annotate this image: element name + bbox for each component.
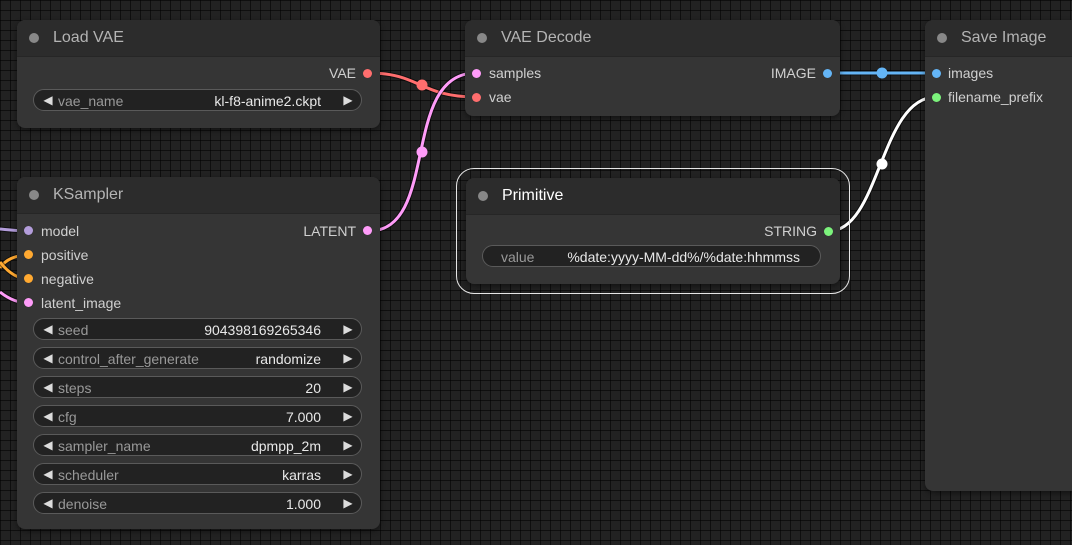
input-label-model: model [41,223,80,239]
widget-name: seed [58,322,89,338]
link-vae[interactable] [368,71,477,99]
output-slot-latent[interactable] [363,226,372,235]
output-label-image: IMAGE [770,65,816,81]
decrement-arrow-icon[interactable]: ◀ [41,466,55,482]
output-slot-image[interactable] [823,69,832,78]
node-title-bar[interactable]: KSampler [17,177,380,214]
input-label-positive: positive [41,247,89,263]
input-slot-negative[interactable] [24,274,33,283]
collapse-dot-icon[interactable] [937,33,947,43]
increment-arrow-icon[interactable]: ▶ [341,437,355,453]
widget-name: denoise [58,496,108,512]
node-ksampler[interactable]: KSampler model positive negative latent_… [17,177,380,529]
input-slot-positive[interactable] [24,250,33,259]
widget-value: 904398169265346 [204,322,321,338]
decrement-arrow-icon[interactable]: ◀ [41,350,55,366]
node-primitive[interactable]: Primitive STRING value %date:yyyy-MM-dd%… [456,168,850,294]
increment-arrow-icon[interactable]: ▶ [341,321,355,337]
widget-name: sampler_name [58,438,151,454]
node-title-bar[interactable]: VAE Decode [465,20,840,57]
decrement-arrow-icon[interactable]: ◀ [41,92,55,108]
output-slot-string[interactable] [824,227,833,236]
widget-value: dpmpp_2m [250,438,321,454]
number-widget-cfg[interactable]: ◀ cfg 7.000 ▶ [33,405,362,427]
decrement-arrow-icon[interactable]: ◀ [41,321,55,337]
increment-arrow-icon[interactable]: ▶ [341,92,355,108]
collapse-dot-icon[interactable] [29,33,39,43]
node-graph-canvas[interactable]: Load VAE VAE ◀ vae_name kl-f8-anime2.ckp… [0,0,1072,545]
input-label-samples: samples [489,65,542,81]
input-label-vae: vae [489,89,512,105]
input-slot-model[interactable] [24,226,33,235]
widget-value: kl-f8-anime2.ckpt [214,93,321,109]
output-label-vae: VAE [329,65,356,81]
link-string[interactable] [828,95,937,233]
node-title: Primitive [502,187,564,204]
link-latent-midpoint[interactable] [416,146,428,158]
decrement-arrow-icon[interactable]: ◀ [41,379,55,395]
combo-widget-control-after-generate[interactable]: ◀ control_after_generate randomize ▶ [33,347,362,369]
widget-value: 20 [305,380,321,396]
link-image-midpoint[interactable] [876,67,888,79]
widget-value: randomize [255,351,321,367]
combo-widget-sampler-name[interactable]: ◀ sampler_name dpmpp_2m ▶ [33,434,362,456]
decrement-arrow-icon[interactable]: ◀ [41,437,55,453]
widget-name: steps [58,380,92,396]
decrement-arrow-icon[interactable]: ◀ [41,495,55,511]
node-load-vae[interactable]: Load VAE VAE ◀ vae_name kl-f8-anime2.ckp… [17,20,380,128]
widget-value: karras [282,467,321,483]
input-slot-vae[interactable] [472,93,481,102]
collapse-dot-icon[interactable] [29,190,39,200]
input-label-images: images [948,65,994,81]
link-vae-midpoint[interactable] [416,79,428,91]
widget-name: scheduler [58,467,119,483]
increment-arrow-icon[interactable]: ▶ [341,379,355,395]
link-latent-shadow [368,70,477,234]
input-slot-samples[interactable] [472,69,481,78]
output-slot-vae[interactable] [363,69,372,78]
input-slot-images[interactable] [932,69,941,78]
input-label-negative: negative [41,271,94,287]
output-label-string: STRING [764,223,817,239]
node-title: Save Image [961,29,1047,46]
number-widget-denoise[interactable]: ◀ denoise 1.000 ▶ [33,492,362,514]
node-title: KSampler [53,186,124,203]
input-slot-filename-prefix[interactable] [932,93,941,102]
collapse-dot-icon[interactable] [477,33,487,43]
text-widget-value[interactable]: value %date:yyyy-MM-dd%/%date:hhmmss [482,245,821,267]
output-label-latent: LATENT [303,223,356,239]
widget-name: control_after_generate [58,351,199,367]
input-slot-latent-image[interactable] [24,298,33,307]
widget-value: 1.000 [285,496,321,512]
link-vae-shadow [368,70,477,100]
widget-name: vae_name [58,93,124,109]
node-vae-decode[interactable]: VAE Decode samples vae IMAGE [465,20,840,116]
link-string-midpoint[interactable] [876,158,888,170]
widget-name: cfg [58,409,77,425]
widget-value: %date:yyyy-MM-dd%/%date:hhmmss [567,249,800,265]
link-string-shadow [828,94,937,234]
widget-name: value [501,249,535,265]
input-label-filename-prefix: filename_prefix [948,89,1043,105]
combo-widget-scheduler[interactable]: ◀ scheduler karras ▶ [33,463,362,485]
link-latent[interactable] [368,71,477,233]
increment-arrow-icon[interactable]: ▶ [341,495,355,511]
collapse-dot-icon[interactable] [478,191,488,201]
node-title-bar[interactable]: Load VAE [17,20,380,57]
combo-widget-vae-name[interactable]: ◀ vae_name kl-f8-anime2.ckpt ▶ [33,89,362,111]
increment-arrow-icon[interactable]: ▶ [341,466,355,482]
number-widget-steps[interactable]: ◀ steps 20 ▶ [33,376,362,398]
node-title: VAE Decode [501,29,592,46]
node-title-bar[interactable]: Save Image [925,20,1072,57]
node-title-bar[interactable]: Primitive [466,178,840,215]
increment-arrow-icon[interactable]: ▶ [341,408,355,424]
increment-arrow-icon[interactable]: ▶ [341,350,355,366]
number-widget-seed[interactable]: ◀ seed 904398169265346 ▶ [33,318,362,340]
input-label-latent-image: latent_image [41,295,122,311]
node-title: Load VAE [53,29,124,46]
decrement-arrow-icon[interactable]: ◀ [41,408,55,424]
node-save-image[interactable]: Save Image images filename_prefix [925,20,1072,491]
widget-value: 7.000 [285,409,321,425]
